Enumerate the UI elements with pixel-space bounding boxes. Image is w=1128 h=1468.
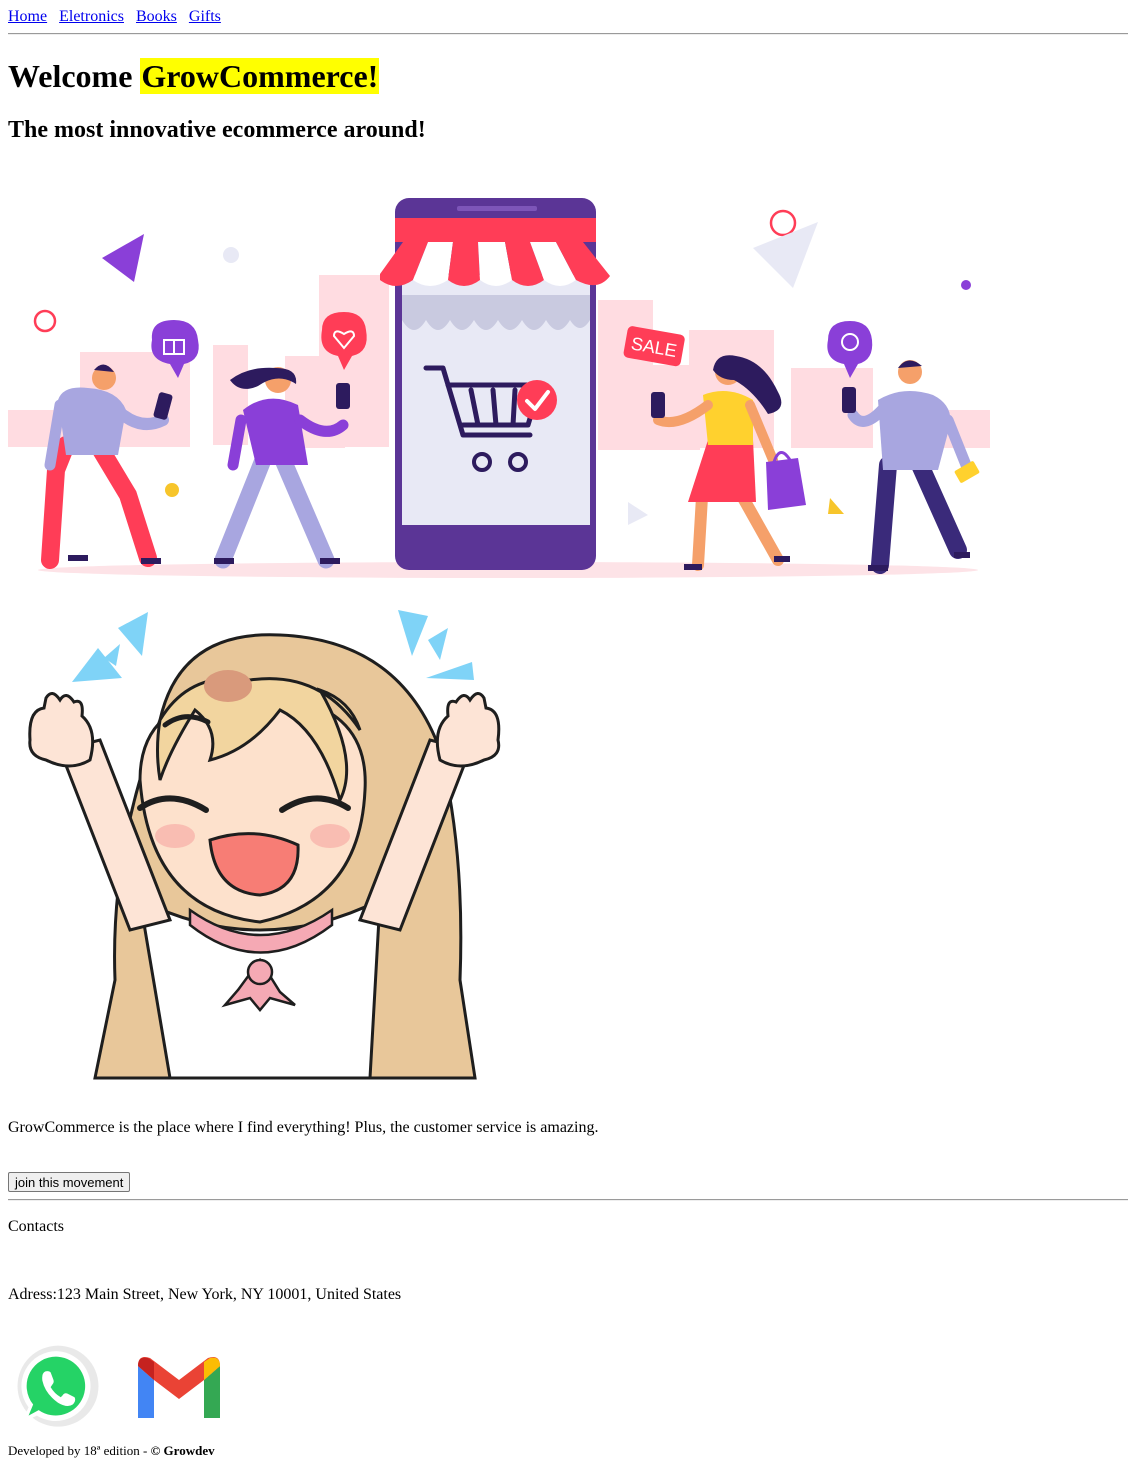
address-text: Adress:123 Main Street, New York, NY 100… <box>8 1286 402 1303</box>
happy-girl-sticker <box>28 610 501 1080</box>
top-nav: Home Eletronics Books Gifts <box>0 0 1128 26</box>
page-title: Welcome GrowCommerce! <box>8 56 380 96</box>
testimonial-quote: GrowCommerce is the place where I find e… <box>8 1119 599 1136</box>
hero-illustration: SALE <box>8 198 990 578</box>
join-movement-button[interactable]: join this movement <box>8 1172 131 1192</box>
welcome-text: Welcome <box>8 58 141 94</box>
footer-credit: Developed by 18ª edition - © Growdev <box>8 1443 215 1459</box>
page-subtitle: The most innovative ecommerce around! <box>8 117 426 143</box>
nav-link-gifts[interactable]: Gifts <box>189 8 221 25</box>
gmail-icon[interactable] <box>132 1352 226 1424</box>
footer-divider <box>8 1199 1128 1201</box>
nav-link-eletronics[interactable]: Eletronics <box>59 8 124 25</box>
nav-divider <box>8 33 1128 35</box>
nav-link-books[interactable]: Books <box>136 8 177 25</box>
footer-copyright: © Growdev <box>150 1443 215 1458</box>
nav-link-home[interactable]: Home <box>8 8 47 25</box>
footer-developed: Developed by 18ª edition - <box>8 1443 151 1458</box>
brand-highlight: GrowCommerce! <box>140 58 380 94</box>
contacts-heading: Contacts <box>8 1218 64 1235</box>
whatsapp-icon[interactable] <box>12 1342 104 1434</box>
